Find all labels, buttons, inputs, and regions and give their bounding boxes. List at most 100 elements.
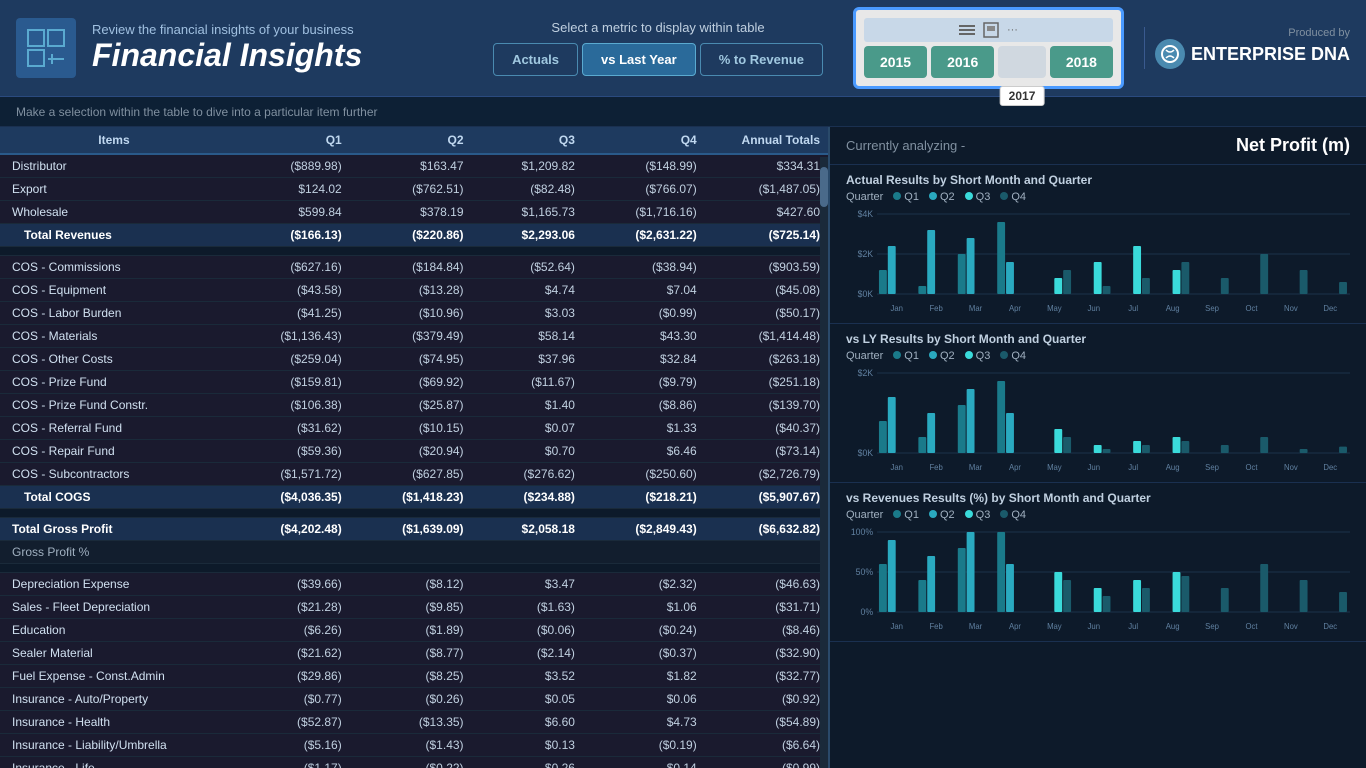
table-row[interactable]: Fuel Expense - Const.Admin ($29.86) ($8.… [0,665,828,688]
cell-annual: ($6.64) [705,734,828,757]
metric-btn-actuals[interactable]: Actuals [493,43,578,76]
cell-q1: ($21.28) [228,596,350,619]
header-text: Review the financial insights of your bu… [92,22,473,74]
cell-q4: $6.46 [583,440,705,463]
table-row[interactable]: Sealer Material ($21.62) ($8.77) ($2.14)… [0,642,828,665]
table-row[interactable]: COS - Equipment ($43.58) ($13.28) $4.74 … [0,279,828,302]
content-area: Items Q1 Q2 Q3 Q4 Annual Totals Distribu… [0,127,1366,768]
legend-q4-2: Q4 [1000,350,1026,362]
cell-q1: ($0.77) [228,688,350,711]
table-row[interactable]: Insurance - Health ($52.87) ($13.35) $6.… [0,711,828,734]
table-scroll[interactable]: Items Q1 Q2 Q3 Q4 Annual Totals Distribu… [0,127,828,768]
table-row[interactable]: COS - Materials ($1,136.43) ($379.49) $5… [0,325,828,348]
cell-q2 [350,541,472,564]
cell-q1: ($1,571.72) [228,463,350,486]
svg-text:Apr: Apr [1009,463,1021,472]
cell-annual: ($1,414.48) [705,325,828,348]
cell-q1: ($5.16) [228,734,350,757]
cell-label: COS - Equipment [0,279,228,302]
table-row[interactable]: Education ($6.26) ($1.89) ($0.06) ($0.24… [0,619,828,642]
table-row[interactable]: Total COGS ($4,036.35) ($1,418.23) ($234… [0,486,828,509]
cell-q1: ($29.86) [228,665,350,688]
cell-q3: ($52.64) [472,256,583,279]
svg-text:Feb: Feb [929,304,943,313]
table-row[interactable]: Insurance - Life ($1.17) ($0.22) $0.26 $… [0,757,828,768]
table-row[interactable]: COS - Repair Fund ($59.36) ($20.94) $0.7… [0,440,828,463]
chart-legend-3: Quarter Q1 Q2 Q3 Q4 [846,509,1350,521]
year-btn-2016[interactable]: 2016 [931,46,994,78]
table-row[interactable]: Distributor ($889.98) $163.47 $1,209.82 … [0,154,828,178]
metric-btn-vs-last-year[interactable]: vs Last Year [582,43,696,76]
cell-q3: $0.70 [472,440,583,463]
cell-annual: ($50.17) [705,302,828,325]
cell-q2: ($8.77) [350,642,472,665]
chart-area-1: $4K$2K$0KJanFebMarAprMayJunJulAugSepOctN… [846,209,1350,319]
cell-q2: ($25.87) [350,394,472,417]
cell-annual: ($0.92) [705,688,828,711]
cell-label: COS - Subcontractors [0,463,228,486]
cell-label: Depreciation Expense [0,573,228,596]
legend-q3-2: Q3 [965,350,991,362]
table-row[interactable]: COS - Commissions ($627.16) ($184.84) ($… [0,256,828,279]
table-row[interactable]: Total Gross Profit ($4,202.48) ($1,639.0… [0,518,828,541]
cell-q2: ($184.84) [350,256,472,279]
svg-text:May: May [1047,622,1062,631]
cell-annual: ($32.90) [705,642,828,665]
cell-q3: $0.26 [472,757,583,768]
svg-text:Feb: Feb [929,463,943,472]
cell-q4: $0.06 [583,688,705,711]
table-row[interactable]: Export $124.02 ($762.51) ($82.48) ($766.… [0,178,828,201]
chart-legend-1: Quarter Q1 Q2 Q3 Q4 [846,191,1350,203]
cell-q1: ($6.26) [228,619,350,642]
table-row[interactable]: COS - Prize Fund Constr. ($106.38) ($25.… [0,394,828,417]
cell-annual: ($2,726.79) [705,463,828,486]
legend-label-quarter-3: Quarter [846,509,883,521]
table-row[interactable]: Wholesale $599.84 $378.19 $1,165.73 ($1,… [0,201,828,224]
cell-label: Insurance - Liability/Umbrella [0,734,228,757]
cell-q4: $0.14 [583,757,705,768]
cell-q3: ($276.62) [472,463,583,486]
cell-q2: ($8.25) [350,665,472,688]
svg-text:Aug: Aug [1166,622,1180,631]
cell-q4: ($1,716.16) [583,201,705,224]
svg-text:Sep: Sep [1205,304,1219,313]
cell-q3: $3.52 [472,665,583,688]
table-row[interactable]: COS - Labor Burden ($41.25) ($10.96) $3.… [0,302,828,325]
enterprise-dna-text: ENTERPRISE DNA [1191,44,1350,65]
table-row[interactable]: Insurance - Auto/Property ($0.77) ($0.26… [0,688,828,711]
cell-label: Education [0,619,228,642]
subtitle-text: Make a selection within the table to div… [16,105,378,119]
chart-title-1: Actual Results by Short Month and Quarte… [846,173,1350,187]
table-row[interactable]: COS - Subcontractors ($1,571.72) ($627.8… [0,463,828,486]
year-btn-2015[interactable]: 2015 [864,46,927,78]
year-btn-2018[interactable]: 2018 [1050,46,1113,78]
table-row[interactable]: Depreciation Expense ($39.66) ($8.12) $3… [0,573,828,596]
table-row[interactable]: COS - Referral Fund ($31.62) ($10.15) $0… [0,417,828,440]
year-btn-2017[interactable]: 2017 [998,46,1046,78]
cell-annual: ($903.59) [705,256,828,279]
col-q4: Q4 [583,127,705,154]
table-row[interactable]: Total Revenues ($166.13) ($220.86) $2,29… [0,224,828,247]
svg-text:$0K: $0K [858,448,874,458]
table-row[interactable]: COS - Other Costs ($259.04) ($74.95) $37… [0,348,828,371]
legend-q1-2: Q1 [893,350,919,362]
app-icon [16,18,76,78]
legend-q2-2: Q2 [929,350,955,362]
svg-text:Jan: Jan [890,304,902,313]
table-row[interactable]: COS - Prize Fund ($159.81) ($69.92) ($11… [0,371,828,394]
table-row[interactable]: Insurance - Liability/Umbrella ($5.16) (… [0,734,828,757]
cell-q1: ($1.17) [228,757,350,768]
cell-q3: ($1.63) [472,596,583,619]
cell-q4: ($218.21) [583,486,705,509]
cell-q4: $1.06 [583,596,705,619]
cell-q2: ($1,639.09) [350,518,472,541]
cell-q2: ($627.85) [350,463,472,486]
cell-annual: ($8.46) [705,619,828,642]
cell-q3: $3.03 [472,302,583,325]
table-row[interactable]: Gross Profit % [0,541,828,564]
metric-btn-pct-revenue[interactable]: % to Revenue [700,43,823,76]
cell-q2: ($1,418.23) [350,486,472,509]
svg-text:$2K: $2K [858,249,874,259]
cell-annual: ($73.14) [705,440,828,463]
table-row[interactable]: Sales - Fleet Depreciation ($21.28) ($9.… [0,596,828,619]
